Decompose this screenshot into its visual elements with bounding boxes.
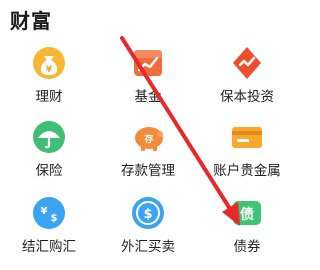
- grid-item-label: 债券: [233, 239, 261, 255]
- grid-item-wealth-management[interactable]: ¥ 理财: [0, 38, 98, 112]
- section-title: 财富: [10, 9, 52, 33]
- gold-card-icon: [228, 118, 266, 156]
- grid-item-label: 理财: [35, 89, 63, 105]
- grid-item-insurance[interactable]: 保险: [0, 112, 98, 188]
- grid-item-label: 账户贵金属: [213, 163, 281, 179]
- grid-item-bond[interactable]: 债 债券: [198, 188, 296, 268]
- svg-text:存: 存: [144, 133, 153, 145]
- grid-item-label: 结汇购汇: [22, 239, 76, 255]
- grid-item-fx-settlement[interactable]: ¥ $ 结汇购汇: [0, 188, 98, 268]
- grid-item-label: 存款管理: [121, 163, 175, 179]
- grid-item-precious-metal[interactable]: 账户贵金属: [198, 112, 296, 188]
- bond-icon: 债: [228, 194, 266, 232]
- svg-text:¥: ¥: [41, 206, 48, 217]
- grid-item-fx-trading[interactable]: $ 外汇买卖: [98, 188, 198, 268]
- grid-item-deposit-management[interactable]: 存 存款管理: [98, 112, 198, 188]
- grid-item-label: 保险: [35, 163, 63, 179]
- money-bag-icon: ¥: [30, 44, 68, 82]
- dollar-coin-icon: $: [129, 194, 167, 232]
- svg-text:$: $: [143, 207, 152, 222]
- shield-trend-icon: [228, 44, 266, 82]
- svg-text:¥: ¥: [46, 65, 53, 75]
- grid-item-fund[interactable]: 基金: [98, 38, 198, 112]
- svg-text:$: $: [51, 213, 58, 224]
- grid-item-label: 外汇买卖: [121, 239, 175, 255]
- wealth-grid: ¥ 理财 基金 保本投资 保险 存 存款管理 账户贵金属 ¥ $ 结汇购汇 $ …: [0, 38, 296, 268]
- fund-chart-icon: [129, 44, 167, 82]
- grid-item-guaranteed-investment[interactable]: 保本投资: [198, 38, 296, 112]
- grid-item-label: 保本投资: [220, 89, 274, 105]
- grid-item-label: 基金: [134, 89, 162, 105]
- svg-text:债: 债: [240, 206, 254, 223]
- currency-exchange-icon: ¥ $: [30, 194, 68, 232]
- umbrella-icon: [30, 118, 68, 156]
- wealth-screen: 财富 ¥ 理财 基金 保本投资 保险 存 存款管理 账户贵金属 ¥ $ 结汇购汇…: [0, 0, 296, 270]
- piggy-bank-icon: 存: [129, 118, 167, 156]
